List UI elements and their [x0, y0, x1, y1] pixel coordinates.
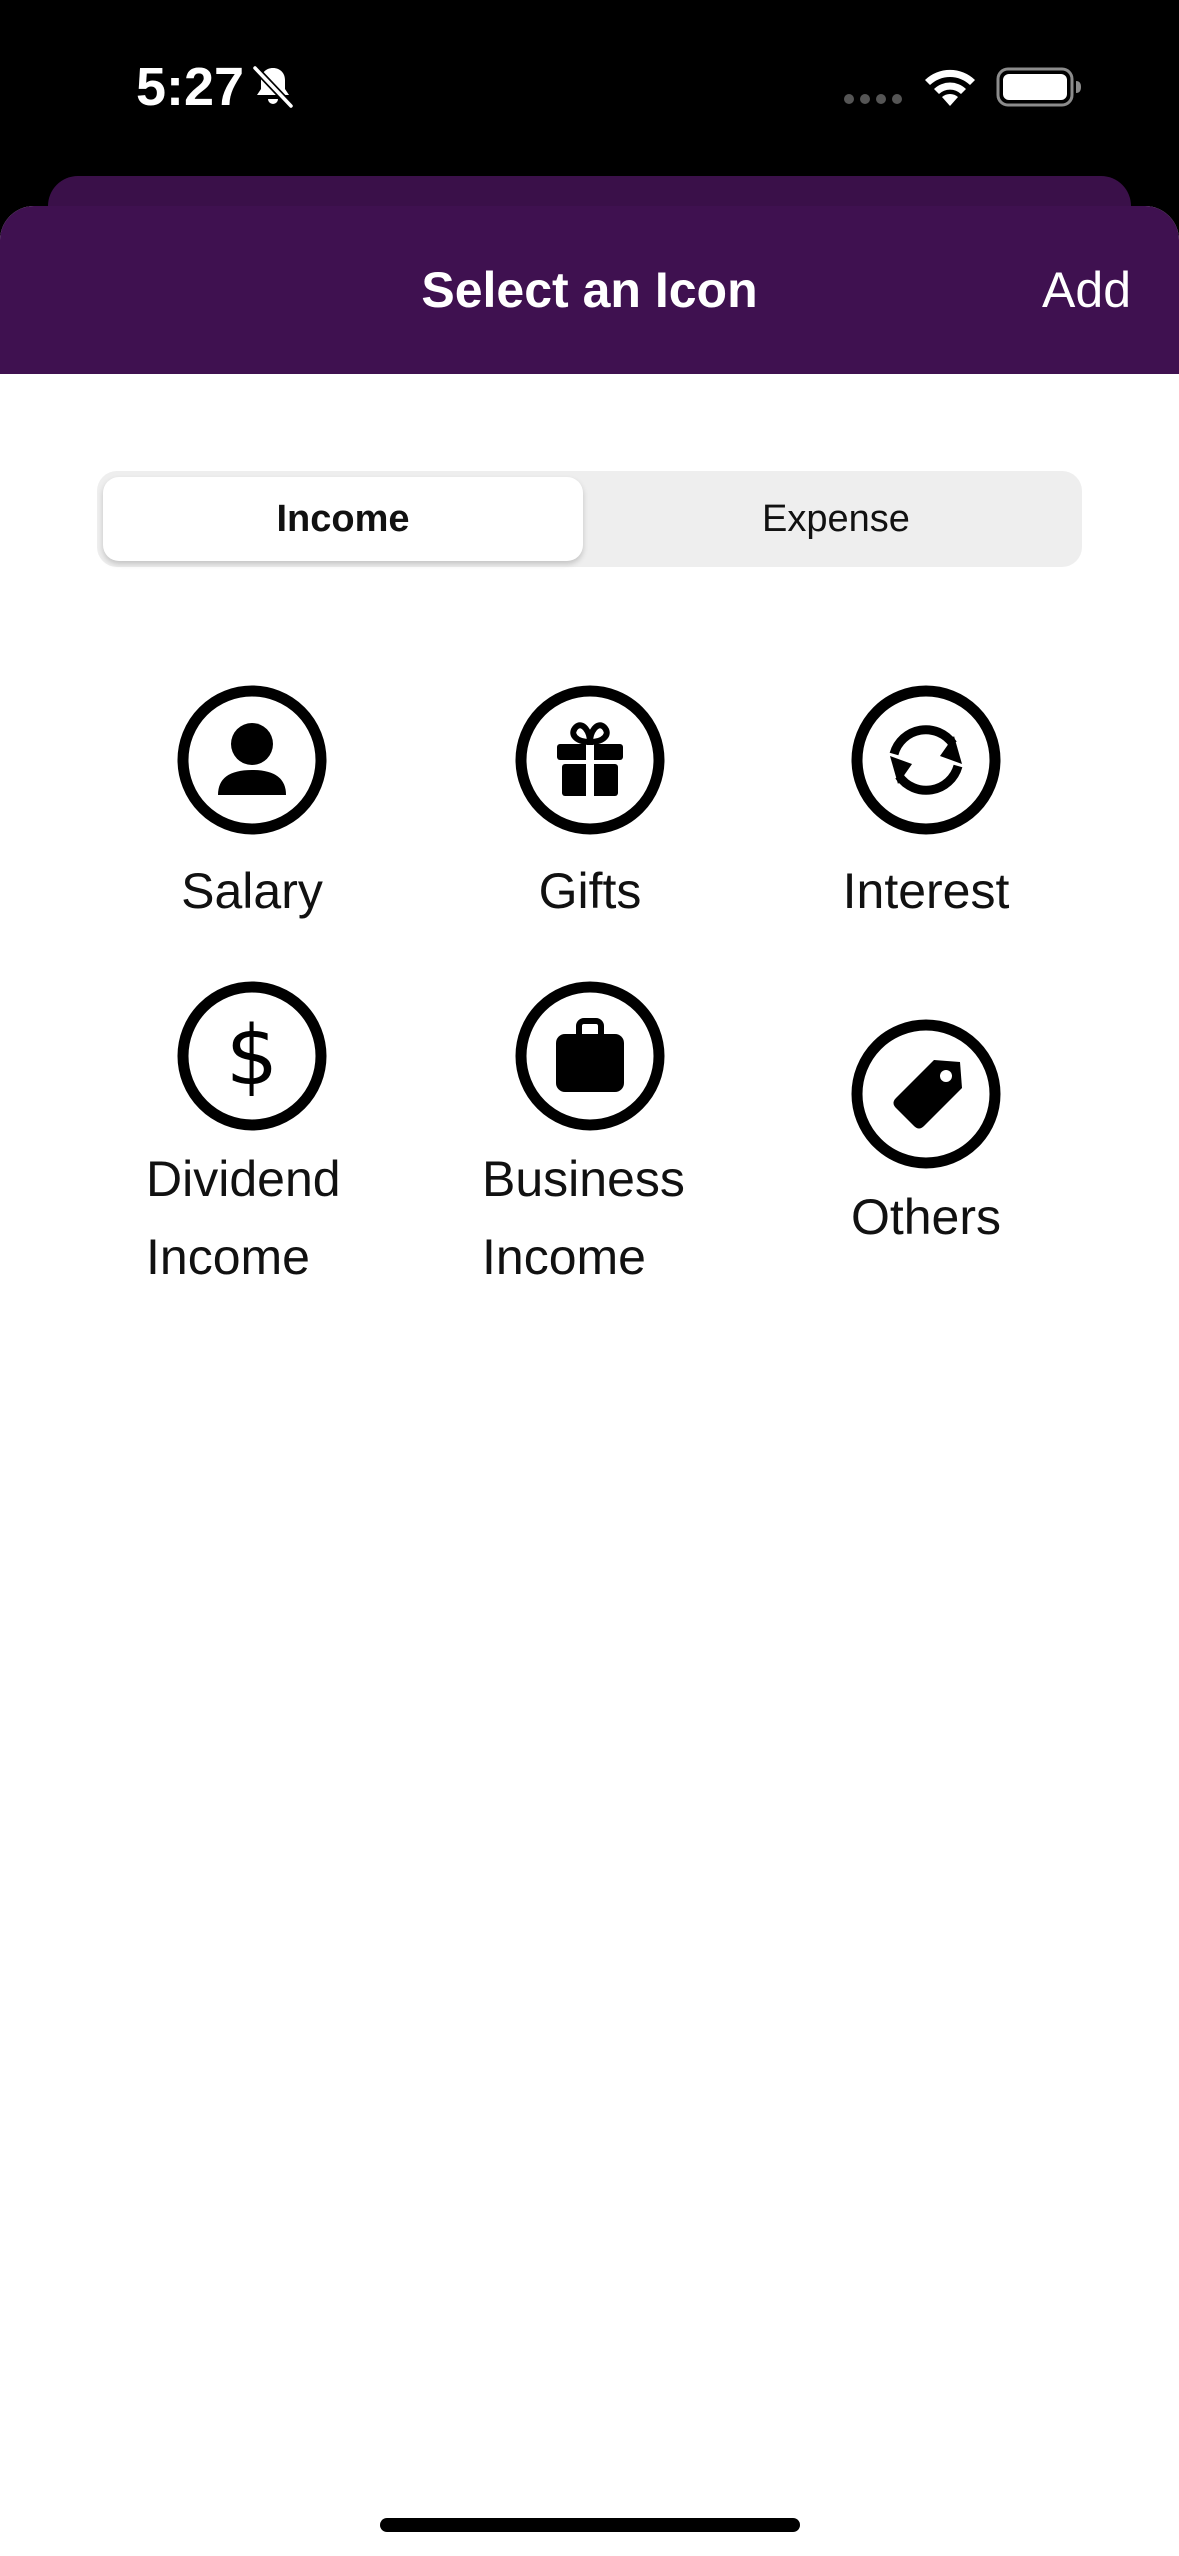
add-button[interactable]: Add — [1042, 258, 1131, 322]
person-icon — [177, 685, 327, 835]
nav-bar: Select an Icon Add — [0, 206, 1179, 374]
icon-option-dividend-income[interactable]: $ Dividend Income — [102, 980, 402, 1300]
icon-option-label: Gifts — [538, 863, 642, 919]
signal-dots-icon — [844, 94, 902, 104]
bell-slash-icon — [252, 65, 294, 109]
gift-icon — [515, 685, 665, 835]
status-time: 5:27 — [136, 57, 245, 117]
battery-icon — [996, 67, 1081, 107]
segment-expense[interactable]: Expense — [596, 477, 1076, 561]
briefcase-icon — [515, 981, 665, 1131]
icon-option-others[interactable]: Others — [776, 1018, 1076, 1258]
icon-option-gifts[interactable]: Gifts — [440, 684, 740, 924]
icon-option-business-income[interactable]: Business Income — [440, 980, 740, 1300]
icon-option-label: Dividend Income — [146, 1151, 341, 1285]
icon-option-label: Salary — [181, 863, 323, 919]
segment-income[interactable]: Income — [103, 477, 583, 561]
icon-option-label: Others — [850, 1189, 1002, 1245]
refresh-icon — [851, 685, 1001, 835]
icon-picker-sheet: Select an Icon Add Income Expense Salary — [0, 206, 1179, 2556]
icon-option-interest[interactable]: Interest — [776, 684, 1076, 924]
wifi-icon — [925, 69, 975, 106]
income-expense-segmented-control: Income Expense — [97, 471, 1082, 567]
tag-icon — [851, 1019, 1001, 1169]
dollar-icon: $ — [177, 981, 327, 1131]
icon-option-label: Business Income — [482, 1151, 685, 1285]
status-bar: 5:27 — [0, 0, 1179, 170]
page-title: Select an Icon — [421, 262, 758, 318]
home-indicator[interactable] — [380, 2518, 800, 2532]
svg-text:$: $ — [226, 1009, 278, 1104]
screen: 5:27 Select an Icon Add Income Expense S… — [0, 0, 1179, 2556]
icon-option-salary[interactable]: Salary — [102, 684, 402, 924]
icon-option-label: Interest — [842, 863, 1010, 919]
